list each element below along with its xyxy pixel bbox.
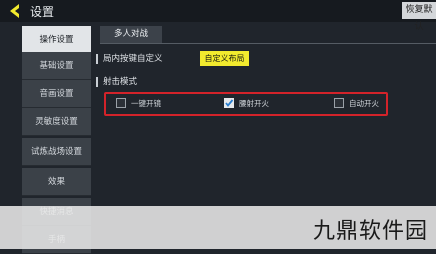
sidebar-item-basic-settings[interactable]: 基础设置 xyxy=(22,52,91,80)
back-arrow-icon xyxy=(10,4,19,18)
checkmark-icon xyxy=(225,99,234,107)
section-marker xyxy=(96,77,98,87)
sidebar-item-audio-video[interactable]: 音画设置 xyxy=(22,80,91,108)
option-label: 腰射开火 xyxy=(239,99,269,108)
top-bar: 设置 恢复默认 xyxy=(0,0,436,32)
watermark-text: 九鼎软件园 xyxy=(312,219,428,244)
tab-bar: 多人对战 xyxy=(100,26,436,44)
checkbox[interactable] xyxy=(224,98,234,108)
sidebar-item-operation-settings[interactable]: 操作设置 xyxy=(22,26,91,54)
sidebar-item-effects[interactable]: 效果 xyxy=(22,168,91,196)
page-title: 设置 xyxy=(30,5,55,19)
section-title: 射击模式 xyxy=(103,77,138,87)
option-label: 一键开镜 xyxy=(131,99,161,108)
checkbox[interactable] xyxy=(116,98,126,108)
section-marker xyxy=(96,54,98,64)
option-label: 自动开火 xyxy=(349,99,379,108)
sidebar-item-sensitivity[interactable]: 灵敏度设置 xyxy=(22,108,91,136)
tab-multiplayer[interactable]: 多人对战 xyxy=(100,26,162,43)
back-button[interactable] xyxy=(6,2,24,20)
fire-mode-options: 一键开镜 腰射开火 自动开火 xyxy=(104,92,388,116)
restore-defaults-button[interactable]: 恢复默认 xyxy=(402,2,436,32)
section-title: 局内按键自定义 xyxy=(103,54,163,64)
checkbox[interactable] xyxy=(334,98,344,108)
sidebar-item-training-ground[interactable]: 试炼战场设置 xyxy=(22,138,91,166)
custom-layout-button[interactable]: 自定义布局 xyxy=(200,51,249,66)
